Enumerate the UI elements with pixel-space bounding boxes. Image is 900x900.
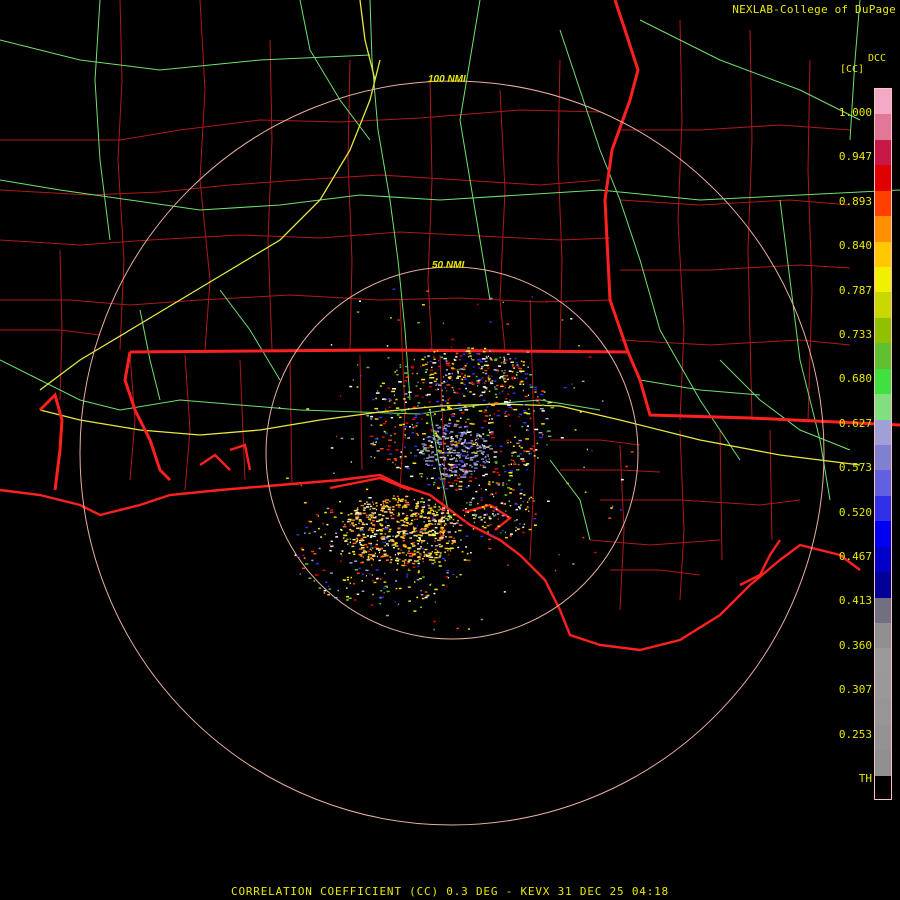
legend-tick-label: 0.947 <box>838 150 872 164</box>
legend-tick-label: 0.360 <box>838 638 872 652</box>
legend-tick-label: 0.520 <box>838 505 872 519</box>
legend-swatch <box>875 699 891 726</box>
legend-swatch <box>875 521 891 548</box>
legend-tick-label: 0.467 <box>838 550 872 563</box>
legend-tick-label: 0.573 <box>838 461 872 475</box>
legend-swatch <box>875 216 891 243</box>
legend-tick-label: 0.253 <box>838 727 872 741</box>
legend-swatch <box>875 419 891 446</box>
legend-swatch <box>875 267 891 293</box>
legend-swatch <box>875 470 891 497</box>
legend-swatch <box>875 165 891 192</box>
legend-swatch <box>875 546 891 573</box>
legend-tick-label: 0.627 <box>838 416 872 430</box>
legend-tick-label: 0.893 <box>838 194 872 208</box>
legend-swatch <box>875 89 891 115</box>
legend-tick-label: 0.413 <box>838 594 872 608</box>
legend-swatch <box>875 114 891 141</box>
legend-swatch <box>875 241 891 268</box>
legend-tick-label: 0.840 <box>838 239 872 253</box>
legend-tick-label: TH <box>858 772 872 785</box>
color-legend-bar <box>874 88 892 800</box>
legend-tick-label: 1.000 <box>838 106 872 119</box>
legend-swatch <box>875 394 891 421</box>
legend-tick-labels: 1.000 0.947 0.893 0.840 0.787 0.733 0.680 0.627… <box>808 0 872 900</box>
legend-swatch <box>875 750 891 777</box>
product-caption: CORRELATION COEFFICIENT (CC) 0.3 DEG - K… <box>231 885 669 898</box>
legend-swatch <box>875 495 891 522</box>
coastline <box>0 443 861 652</box>
legend-swatch <box>875 724 891 751</box>
legend-swatch <box>875 648 891 675</box>
legend-swatch <box>875 623 891 649</box>
legend-swatch <box>875 343 891 370</box>
legend-swatch <box>875 775 891 799</box>
range-ring-label-50: 50 NMI <box>432 260 464 271</box>
radar-viewer: 100 NMI 50 NMI NEXLAB-College of DuPage … <box>0 0 900 900</box>
legend-swatch <box>875 139 891 166</box>
county-borders <box>0 0 851 611</box>
legend-swatch <box>875 445 891 471</box>
legend-tick-label: 0.787 <box>838 283 872 297</box>
legend-tick-label: 0.680 <box>838 372 872 386</box>
legend-swatch <box>875 317 891 344</box>
radar-echoes <box>279 288 634 631</box>
legend-swatch <box>875 368 891 395</box>
legend-swatch <box>875 190 891 217</box>
legend-tick-label: 0.733 <box>838 328 872 341</box>
legend-swatch <box>875 673 891 700</box>
legend-swatch <box>875 572 891 599</box>
range-ring-label-100: 100 NMI <box>428 74 466 85</box>
legend-swatch <box>875 597 891 624</box>
radar-map[interactable]: 100 NMI 50 NMI <box>0 0 900 900</box>
legend-swatch <box>875 292 891 319</box>
state-borders <box>38 0 900 491</box>
legend-tick-label: 0.307 <box>838 683 872 697</box>
